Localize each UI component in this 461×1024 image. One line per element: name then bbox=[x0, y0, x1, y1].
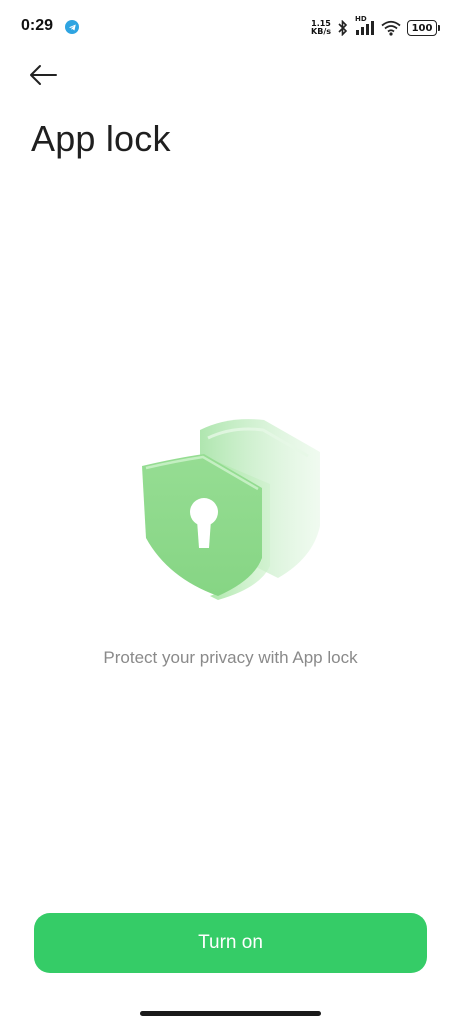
telegram-icon bbox=[65, 20, 79, 34]
bluetooth-icon bbox=[337, 20, 349, 36]
turn-on-button[interactable]: Turn on bbox=[34, 913, 427, 973]
status-icons: 1.15 KB/s HD 100 bbox=[311, 15, 440, 39]
network-speed-unit: KB/s bbox=[311, 27, 331, 36]
home-indicator[interactable] bbox=[140, 1011, 321, 1016]
battery-level: 100 bbox=[411, 22, 433, 34]
back-button[interactable] bbox=[28, 60, 68, 94]
shield-lock-icon bbox=[128, 408, 338, 608]
page-title: App lock bbox=[31, 118, 171, 159]
description-text: Protect your privacy with App lock bbox=[103, 648, 358, 667]
network-type-label: HD bbox=[355, 15, 367, 23]
status-bar: 0:29 1.15 KB/s HD 100 bbox=[0, 0, 461, 56]
status-time: 0:29 bbox=[21, 17, 54, 34]
arrow-left-icon bbox=[28, 64, 58, 91]
battery-icon: 100 bbox=[407, 20, 440, 36]
wifi-icon bbox=[381, 20, 401, 36]
signal-icon: HD bbox=[355, 15, 375, 36]
network-speed: 1.15 KB/s bbox=[311, 20, 331, 36]
